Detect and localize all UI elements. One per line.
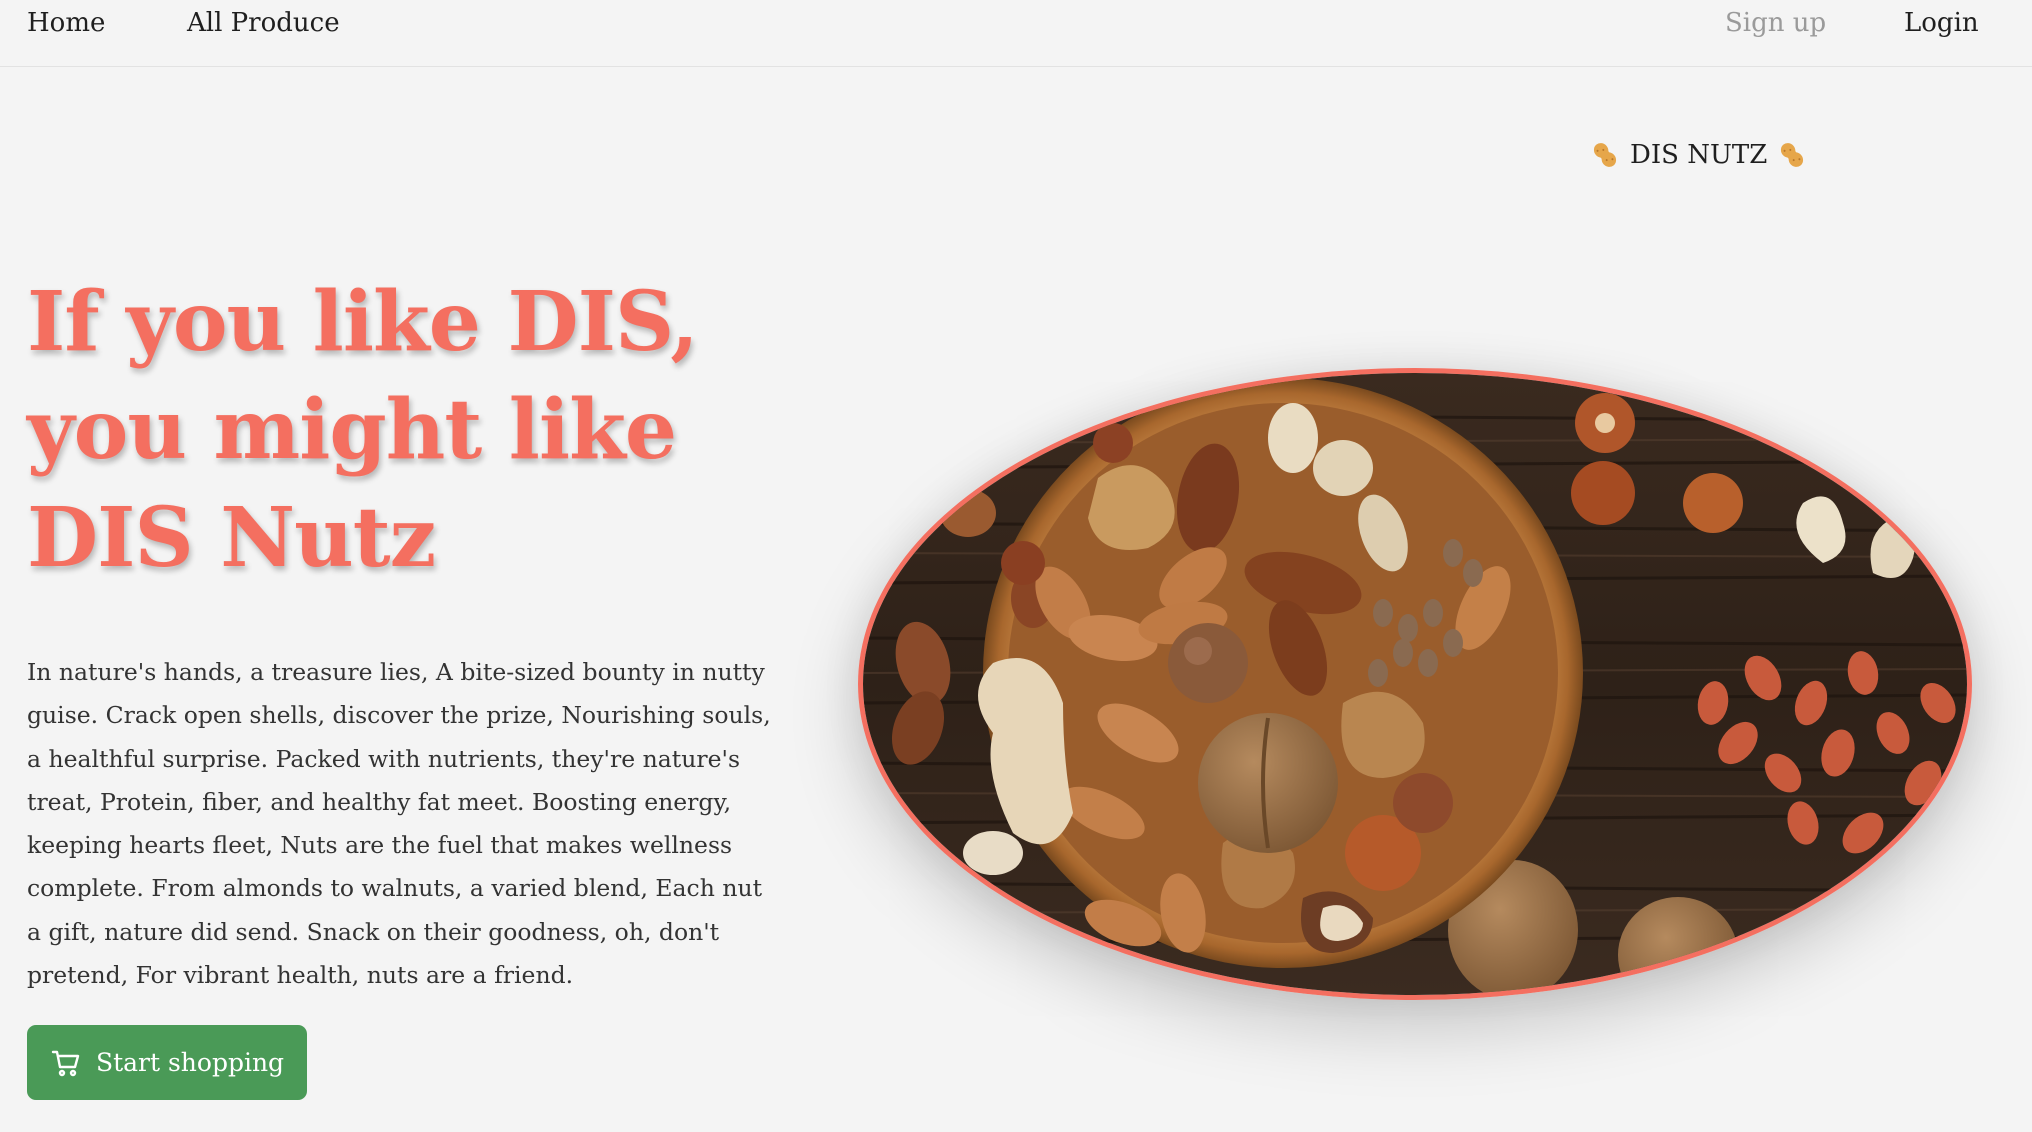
cart-icon xyxy=(50,1047,82,1079)
start-shopping-label: Start shopping xyxy=(95,1048,285,1077)
nav-home-link[interactable]: Home xyxy=(27,6,105,40)
peanut-icon xyxy=(1777,140,1807,170)
nav-sign-up-link[interactable]: Sign up xyxy=(1725,6,1826,40)
brand-logo: DIS NUTZ xyxy=(1590,138,1807,172)
hero-description: In nature's hands, a treasure lies, A bi… xyxy=(27,658,771,990)
peanut-icon xyxy=(1590,140,1620,170)
start-shopping-button[interactable]: Start shopping xyxy=(27,1025,307,1100)
mixed-nuts-bowl-image xyxy=(858,368,1972,1000)
nav-login-link[interactable]: Login xyxy=(1904,6,1979,40)
hero-title: If you like DIS, you might like DIS Nutz xyxy=(27,274,699,586)
top-nav: Home All Produce Sign up Login xyxy=(0,0,2032,67)
nav-all-produce-link[interactable]: All Produce xyxy=(187,6,340,40)
brand-name: DIS NUTZ xyxy=(1630,140,1768,170)
